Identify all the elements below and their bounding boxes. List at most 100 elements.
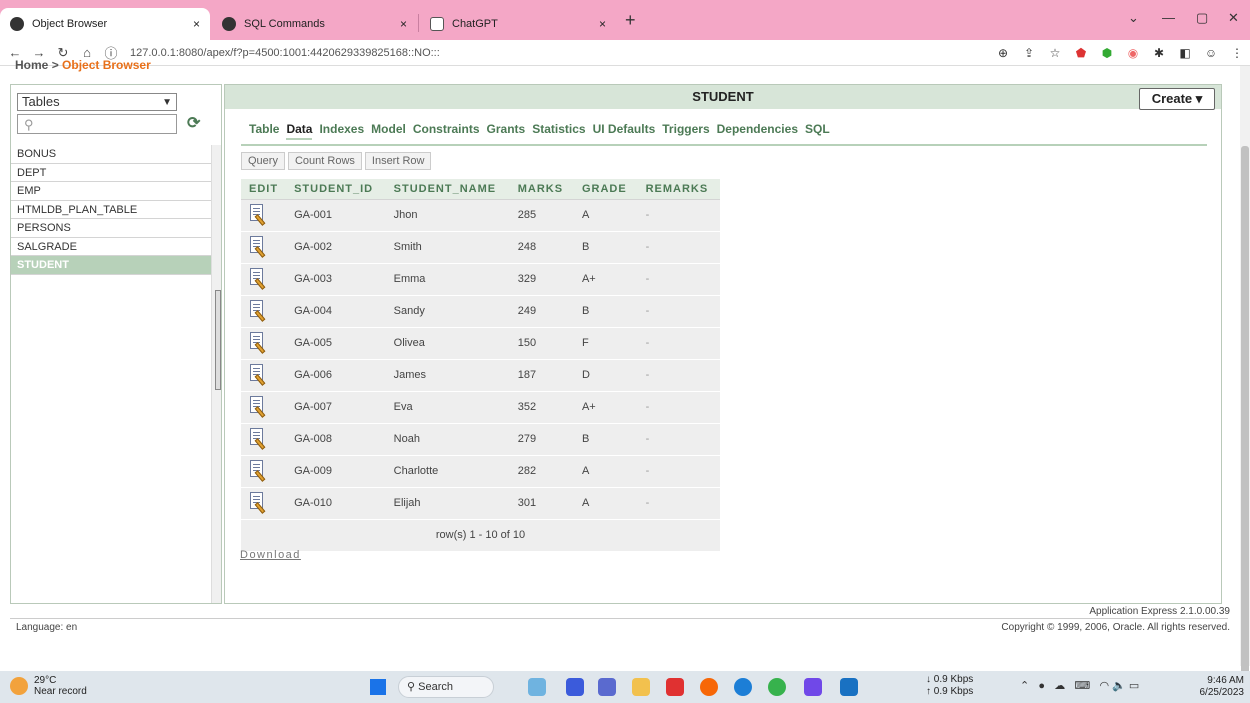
extensions-puzzle-icon[interactable]: ✱: [1151, 45, 1167, 61]
side-panel-icon[interactable]: ◧: [1177, 45, 1193, 61]
restore-button[interactable]: ▢: [1196, 10, 1208, 26]
cell-marks: 187: [509, 359, 574, 392]
tab-dependencies[interactable]: Dependencies: [717, 122, 798, 140]
tab-table[interactable]: Table: [249, 122, 279, 140]
url-field[interactable]: 127.0.0.1:8080/apex/f?p=4500:1001:442062…: [130, 47, 990, 59]
weather-temp: 29°C: [34, 675, 57, 686]
extension-vpn-icon[interactable]: ⬢: [1099, 45, 1115, 61]
taskbar-teams-icon[interactable]: [804, 678, 822, 696]
edit-row-icon[interactable]: [249, 235, 267, 258]
edit-icon-line: [253, 466, 260, 468]
tab-chatgpt[interactable]: ChatGPT ×: [420, 8, 616, 40]
object-type-select[interactable]: Tables ▼: [17, 93, 177, 111]
breadcrumb-home-link[interactable]: Home: [15, 58, 48, 72]
taskbar-chrome-icon[interactable]: [768, 678, 786, 696]
onedrive-icon[interactable]: ☁: [1054, 680, 1065, 692]
object-item-salgrade[interactable]: SALGRADE: [11, 238, 211, 256]
taskbar-taskview-icon[interactable]: [566, 678, 584, 696]
edit-row-icon[interactable]: [249, 459, 267, 482]
new-tab-button[interactable]: +: [625, 10, 636, 31]
edit-icon-line: [253, 306, 260, 308]
edit-row-icon[interactable]: [249, 267, 267, 290]
edit-row-icon[interactable]: [249, 491, 267, 514]
tab-data[interactable]: Data: [286, 122, 313, 140]
object-item-htmldb-plan-table[interactable]: HTMLDB_PLAN_TABLE: [11, 201, 211, 219]
tab-grants[interactable]: Grants: [487, 122, 526, 140]
taskbar-widgets-icon[interactable]: [528, 678, 546, 696]
tray-app-icon[interactable]: ●: [1038, 680, 1045, 692]
count-rows-button[interactable]: Count Rows: [287, 152, 362, 170]
tab-constraints[interactable]: Constraints: [413, 122, 480, 140]
taskbar-word-icon[interactable]: [840, 678, 858, 696]
edit-icon-line: [253, 274, 260, 276]
taskbar-firefox-icon[interactable]: [700, 678, 718, 696]
insert-row-button[interactable]: Insert Row: [364, 152, 432, 170]
edit-row-icon[interactable]: [249, 331, 267, 354]
object-item-persons[interactable]: PERSONS: [11, 219, 211, 238]
volume-icon[interactable]: 🔈: [1112, 680, 1126, 692]
edit-row-icon[interactable]: [249, 363, 267, 386]
keyboard-icon[interactable]: ⌨: [1074, 680, 1090, 692]
edit-row-icon[interactable]: [249, 203, 267, 226]
taskbar-vpn-icon[interactable]: [666, 678, 684, 696]
wifi-icon[interactable]: ◠: [1099, 680, 1109, 692]
object-search-input[interactable]: ⚲: [17, 114, 177, 134]
taskbar-edge-icon[interactable]: [734, 678, 752, 696]
column-header-student-id: STUDENT_ID: [286, 179, 386, 200]
cell-student-id: GA-008: [286, 423, 386, 456]
close-icon[interactable]: ×: [193, 17, 200, 31]
close-icon[interactable]: ×: [599, 17, 606, 31]
taskbar-search[interactable]: ⚲ Search: [398, 676, 494, 698]
share-icon[interactable]: ⇪: [1021, 45, 1037, 61]
taskbar-store-icon[interactable]: [598, 678, 616, 696]
system-tray[interactable]: ⌃ ● ☁ ⌨ ◠ 🔈 ▭: [1020, 679, 1139, 692]
panel-splitter-handle[interactable]: [215, 290, 221, 390]
tab-sql[interactable]: SQL: [805, 122, 830, 140]
query-button[interactable]: Query: [241, 152, 285, 170]
object-item-dept[interactable]: DEPT: [11, 164, 211, 182]
language-label: Language: en: [16, 622, 78, 633]
tab-triggers[interactable]: Triggers: [662, 122, 709, 140]
edit-cell: [241, 295, 287, 328]
object-item-emp[interactable]: EMP: [11, 182, 211, 201]
tab-model[interactable]: Model: [371, 122, 406, 140]
kebab-menu-icon[interactable]: ⋮: [1229, 45, 1245, 61]
tab-indexes[interactable]: Indexes: [319, 122, 364, 140]
create-button[interactable]: Create ▾: [1139, 88, 1215, 110]
edit-row-icon[interactable]: [249, 427, 267, 450]
window-close-button[interactable]: ✕: [1228, 10, 1239, 26]
windows-start-icon[interactable]: [370, 679, 386, 695]
zoom-icon[interactable]: ⊕: [995, 45, 1011, 61]
scrollbar-thumb[interactable]: [1241, 146, 1249, 703]
table-header-row: EDIT STUDENT_ID STUDENT_NAME MARKS GRADE…: [241, 179, 720, 200]
object-item-student[interactable]: STUDENT: [11, 256, 211, 275]
object-item-bonus[interactable]: BONUS: [11, 145, 211, 164]
weather-widget[interactable]: 29°C Near record: [10, 675, 87, 697]
tab-ui-defaults[interactable]: UI Defaults: [593, 122, 656, 140]
download-link[interactable]: Download: [240, 549, 301, 561]
refresh-icon[interactable]: ⟳: [187, 113, 200, 133]
bookmark-star-icon[interactable]: ☆: [1047, 45, 1063, 61]
page-scrollbar[interactable]: [1240, 66, 1250, 703]
table-row: GA-010 Elijah 301 A -: [241, 487, 720, 520]
tab-sql-commands[interactable]: SQL Commands ×: [212, 8, 417, 40]
tab-statistics[interactable]: Statistics: [532, 122, 585, 140]
profile-avatar-icon[interactable]: ☺: [1203, 45, 1219, 61]
edit-row-icon[interactable]: [249, 395, 267, 418]
close-icon[interactable]: ×: [400, 17, 407, 31]
table-row: GA-004 Sandy 249 B -: [241, 295, 720, 328]
tab-object-browser[interactable]: Object Browser ×: [0, 8, 210, 40]
cell-grade: A: [573, 199, 638, 232]
battery-icon[interactable]: ▭: [1129, 680, 1139, 692]
minimize-button[interactable]: —: [1162, 10, 1175, 25]
edit-row-icon[interactable]: [249, 299, 267, 322]
taskbar-file-explorer-icon[interactable]: [632, 678, 650, 696]
tray-chevron-up-icon[interactable]: ⌃: [1020, 680, 1029, 692]
taskbar-clock[interactable]: 9:46 AM 6/25/2023: [1200, 675, 1245, 699]
extension-shield-icon[interactable]: ⬟: [1073, 45, 1089, 61]
edit-icon-line: [253, 495, 260, 497]
extension-circle-icon[interactable]: ◉: [1125, 45, 1141, 61]
tab-search-chevron-icon[interactable]: ⌄: [1128, 10, 1139, 26]
cell-student-name: Noah: [385, 423, 510, 456]
cell-marks: 150: [509, 327, 574, 360]
